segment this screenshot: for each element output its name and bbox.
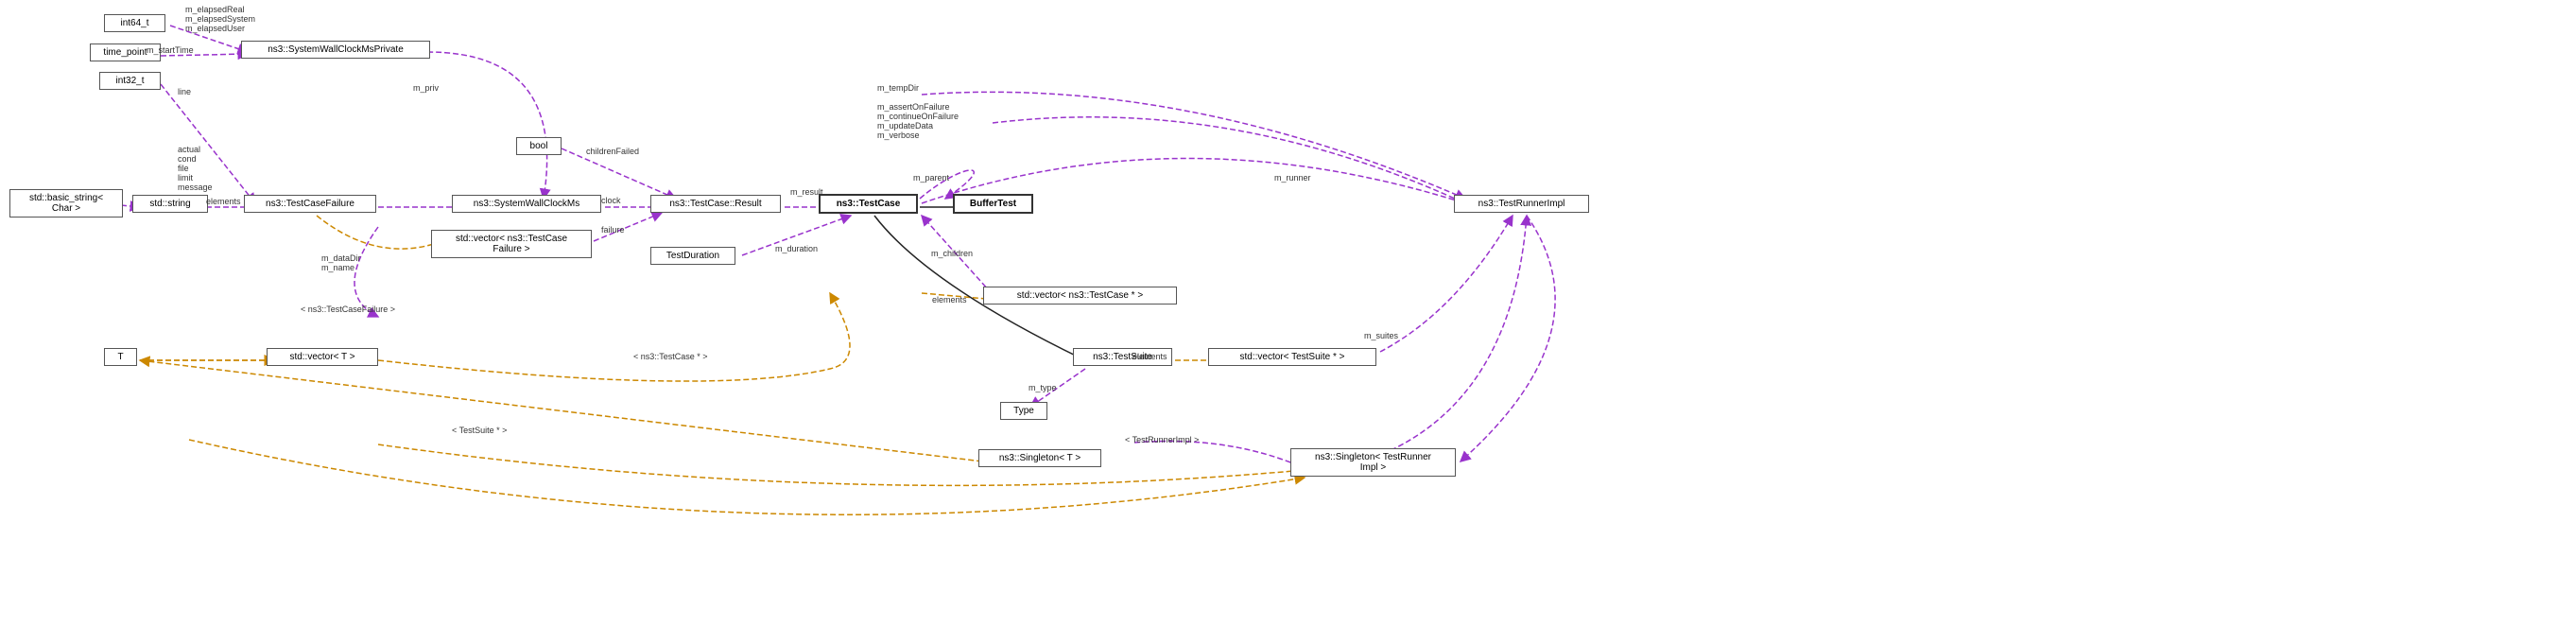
node-buffertest: BufferTest [953,194,1033,214]
label-m-datadir: m_dataDirm_name [321,253,361,272]
label-m-assertonfailure: m_assertOnFailurem_continueOnFailurem_up… [877,102,959,140]
node-ns3-systemwallclockms: ns3::SystemWallClockMs [452,195,601,213]
node-std-basic-string: std::basic_string<Char > [9,189,123,218]
label-m-children: m_children [931,249,973,258]
label-elements-1: elements [206,197,241,206]
arrows-svg [0,0,2576,644]
label-m-priv: m_priv [413,83,439,93]
node-ns3-testrunnerimpl: ns3::TestRunnerImpl [1454,195,1589,213]
label-line: line [178,87,191,96]
label-m-type: m_type [1029,383,1057,392]
label-ns3-testcase-ptr: < ns3::TestCase * > [633,352,708,361]
label-m-duration: m_duration [775,244,818,253]
label-failure: failure [601,225,625,235]
node-std-vector-testcasefailure: std::vector< ns3::TestCaseFailure > [431,230,592,258]
node-std-vector-T: std::vector< T > [267,348,378,366]
node-ns3-testcase-result: ns3::TestCase::Result [650,195,781,213]
label-m-tempdir: m_tempDir [877,83,919,93]
node-type: Type [1000,402,1047,420]
label-testrunnerimpl-template: < TestRunnerImpl > [1125,435,1199,444]
label-testsuite-ptr: < TestSuite * > [452,426,507,435]
label-clock: clock [601,196,621,205]
label-m-suites: m_suites [1364,331,1398,340]
node-int64_t: int64_t [104,14,165,32]
node-time_point: time_point [90,44,161,61]
diagram-container: int64_t time_point int32_t std::string s… [0,0,2576,644]
node-std-vector-testcase-ptr: std::vector< ns3::TestCase * > [983,287,1177,305]
node-std-vector-testsuite-ptr: std::vector< TestSuite * > [1208,348,1376,366]
label-m-elapsed: m_elapsedRealm_elapsedSystemm_elapsedUse… [185,5,255,33]
node-ns3-testsuite: ns3::TestSuite [1073,348,1172,366]
node-int32_t: int32_t [99,72,161,90]
node-ns3-testcase: ns3::TestCase [819,194,918,214]
label-childrenfailed: childrenFailed [586,147,639,156]
node-ns3-singleton-T: ns3::Singleton< T > [978,449,1101,467]
node-bool: bool [516,137,562,155]
label-m-runner: m_runner [1274,173,1311,183]
label-m-parent: m_parent [913,173,949,183]
node-ns3-testcasefailure: ns3::TestCaseFailure [244,195,376,213]
node-std-string: std::string [132,195,208,213]
label-actual-cond: actualcondfilelimitmessage [178,145,213,192]
node-testduration: TestDuration [650,247,735,265]
node-ns3-singleton-testrunnerimpl: ns3::Singleton< TestRunnerImpl > [1290,448,1456,477]
node-T: T [104,348,137,366]
node-ns3-systemwallclockms-private: ns3::SystemWallClockMsPrivate [241,41,430,59]
label-elements-2: elements [932,295,967,305]
label-ns3-testcasefailure-template: < ns3::TestCaseFailure > [301,305,395,314]
